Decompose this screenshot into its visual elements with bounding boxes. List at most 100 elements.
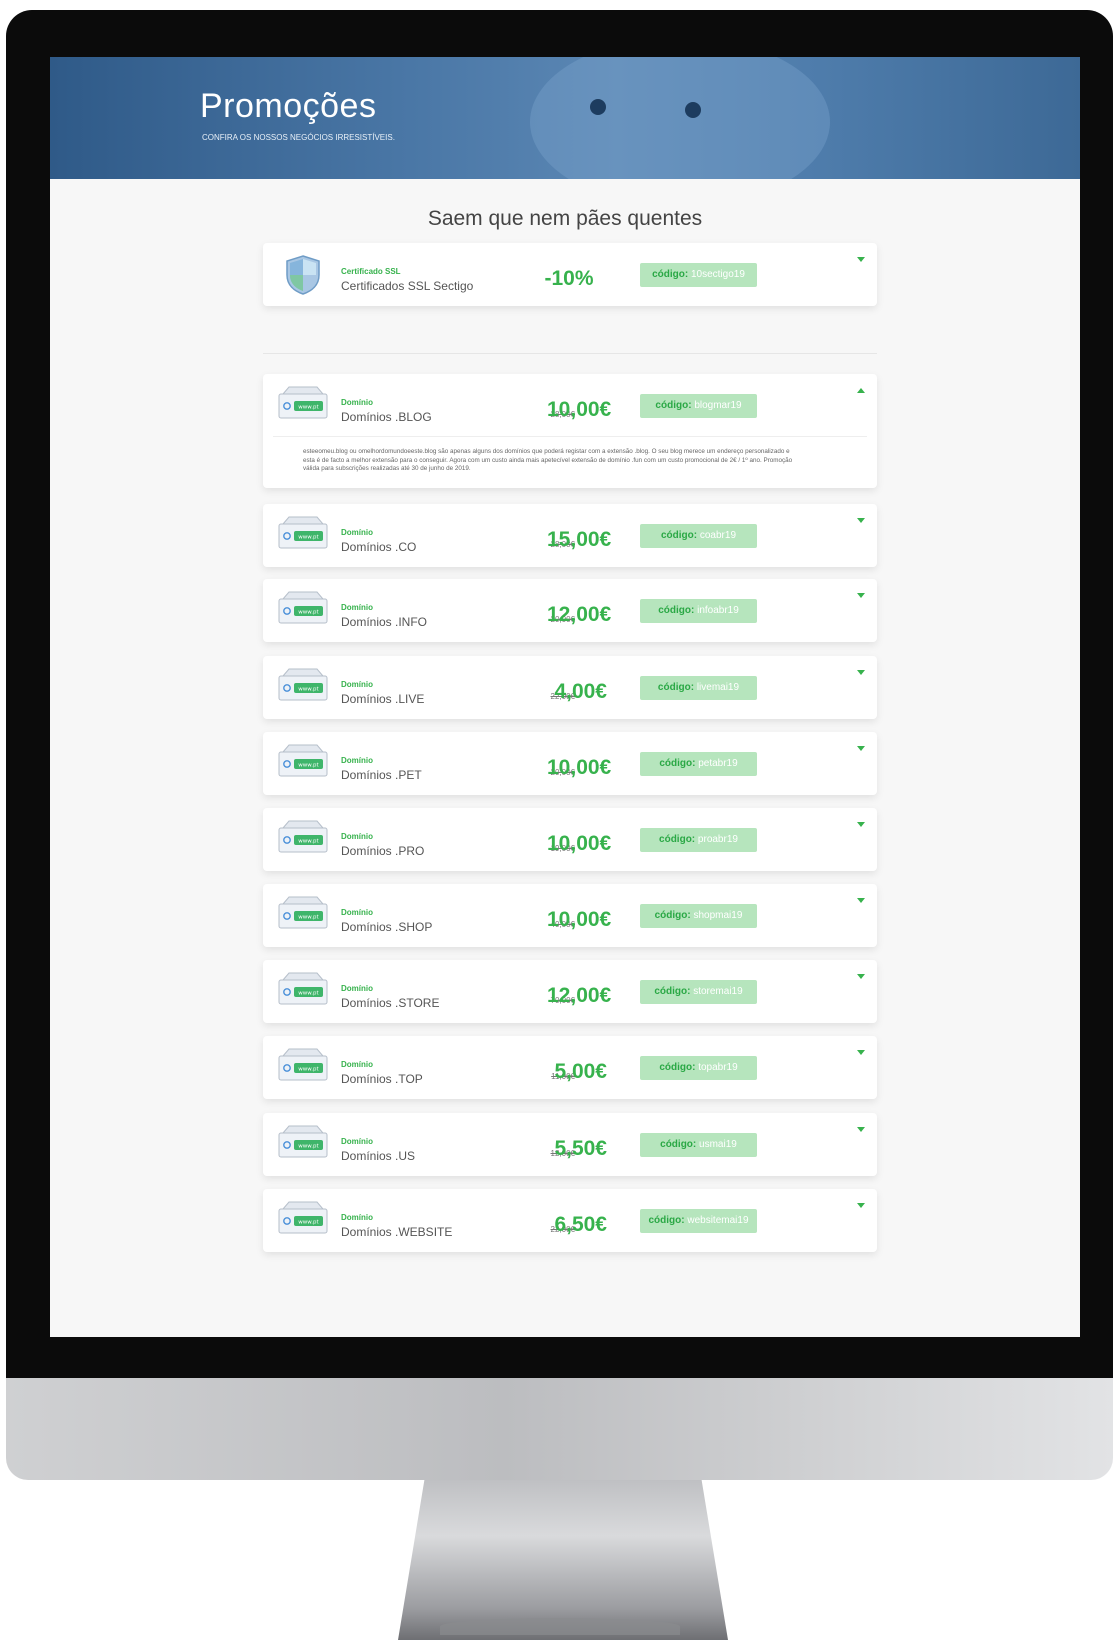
price-new: 15,00€ [547,528,612,551]
discount-percent: -10% [544,267,594,290]
promo-code: storemai19 [693,986,743,997]
promo-code-badge[interactable]: código: coabr19 [640,524,757,548]
svg-text:www.pt: www.pt [298,535,319,541]
promo-code: shopmai19 [693,910,743,921]
promo-category: Certificado SSL [341,267,401,276]
promo-code-badge[interactable]: código: infoabr19 [640,599,757,623]
promo-name: Domínios .BLOG [341,410,432,424]
promo-card[interactable]: www.pt Domínio Domínios .US 12,00€ 5,50€ códi… [263,1113,877,1176]
promo-code-label: código: [648,1215,685,1226]
promo-code-badge[interactable]: código: proabr19 [640,828,757,852]
page-subtitle: CONFIRA OS NOSSOS NEGÓCIOS IRRESISTÍVEIS… [202,133,395,142]
promo-code-badge[interactable]: código: storemai19 [640,980,757,1004]
monitor-stand-base [440,1618,680,1635]
caret-down-icon[interactable] [857,746,865,751]
domain-icon: www.pt [277,1048,329,1084]
svg-text:www.pt: www.pt [298,1067,319,1073]
caret-down-icon[interactable] [857,518,865,523]
hero-banner: Promoções CONFIRA OS NOSSOS NEGÓCIOS IRR… [50,57,1080,179]
promo-card[interactable]: www.pt Domínio Domínios .WEBSITE 22,00€ 6,50… [263,1189,877,1252]
promo-code-badge[interactable]: código: websitemai19 [640,1209,757,1233]
promo-name: Domínios .TOP [341,1072,423,1086]
price-new: 5,50€ [554,1137,607,1160]
promo-name: Domínios .INFO [341,615,428,629]
promo-code-label: código: [659,1062,696,1073]
promo-card[interactable]: www.pt Domínio Domínios .LIVE 22,00€ 4,00€ có… [263,656,877,719]
promo-code: proabr19 [697,834,738,845]
caret-down-icon[interactable] [857,670,865,675]
caret-up-icon[interactable] [857,388,865,393]
screen: Promoções CONFIRA OS NOSSOS NEGÓCIOS IRR… [50,57,1080,1337]
domain-icon: www.pt [277,896,329,932]
caret-down-icon[interactable] [857,1203,865,1208]
svg-text:www.pt: www.pt [298,405,319,411]
promo-code: petabr19 [698,758,738,769]
promo-code-label: código: [654,986,691,997]
price-new: 10,00€ [547,398,612,421]
section-title: Saem que nem pães quentes [427,207,703,230]
promo-code-badge[interactable]: código: petabr19 [640,752,757,776]
promo-card[interactable]: www.pt Domínio Domínios .PRO 19,00€ 10,00€ có… [263,808,877,871]
banner-background-shape [530,57,830,179]
promo-code-label: código: [659,834,696,845]
promo-card[interactable]: www.pt Domínio Domínios .PET 20,00€ 10,00€ có… [263,732,877,795]
promo-code: usmai19 [699,1139,737,1150]
promo-code: websitemai19 [687,1215,749,1226]
promo-category: Domínio [341,756,373,765]
shield-icon [277,255,329,295]
promo-name: Domínios .CO [341,540,417,554]
page-title: Promoções [200,87,377,125]
promo-code-badge[interactable]: código: topabr19 [640,1056,757,1080]
caret-down-icon[interactable] [857,1127,865,1132]
promo-code-badge[interactable]: código: livemai19 [640,676,757,700]
promo-code: 10sectigo19 [690,269,745,280]
promo-card[interactable]: www.pt Domínio Domínios .SHOP 40,00€ 10,00€ c… [263,884,877,947]
price-new: 12,00€ [547,984,612,1007]
promo-card[interactable]: Certificado SSL Certificados SSL Sectigo -… [263,243,877,306]
domain-icon: www.pt [277,744,329,780]
promo-name: Domínios .LIVE [341,692,425,706]
svg-text:www.pt: www.pt [298,1220,319,1226]
promo-card[interactable]: www.pt Domínio Domínios .CO 28,00€ 15,00€ cód… [263,504,877,567]
promo-category: Domínio [341,603,373,612]
promo-code-badge[interactable]: código: blogmar19 [640,394,757,418]
promo-category: Domínio [341,1060,373,1069]
promo-card[interactable]: www.pt Domínio Domínios .INFO 20,00€ 12,00€ c… [263,579,877,642]
caret-down-icon[interactable] [857,898,865,903]
caret-down-icon[interactable] [857,257,865,262]
promo-category: Domínio [341,680,373,689]
promo-code: coabr19 [699,530,737,541]
price-new: 10,00€ [547,832,612,855]
caret-down-icon[interactable] [857,1050,865,1055]
promo-code-label: código: [658,605,695,616]
promo-code-label: código: [660,1139,697,1150]
promo-category: Domínio [341,1213,373,1222]
promo-code-label: código: [655,400,692,411]
domain-icon: www.pt [277,820,329,856]
promo-code-badge[interactable]: código: shopmai19 [640,904,757,928]
promo-card[interactable]: www.pt Domínio Domínios .TOP 11,00€ 5,00€ cód… [263,1036,877,1099]
promo-code-badge[interactable]: código: 10sectigo19 [640,263,757,287]
svg-text:www.pt: www.pt [298,839,319,845]
price-new: 10,00€ [547,908,612,931]
domain-icon: www.pt [277,516,329,552]
promo-code-label: código: [652,269,689,280]
promo-code-label: código: [660,530,698,541]
domain-icon: www.pt [277,972,329,1008]
promo-category: Domínio [341,398,373,407]
caret-down-icon[interactable] [857,974,865,979]
price-new: 12,00€ [547,603,612,626]
promo-code: blogmar19 [694,400,742,411]
svg-text:www.pt: www.pt [298,687,319,693]
promo-card[interactable]: www.pt Domínio Domínios .STORE 70,00€ 12,00€… [263,960,877,1023]
promo-card[interactable]: www.pt Domínio Domínios .BLOG 28,00€ 10,00€ c… [263,374,877,488]
svg-text:www.pt: www.pt [298,991,319,997]
caret-down-icon[interactable] [857,593,865,598]
promo-code-badge[interactable]: código: usmai19 [640,1133,757,1157]
divider [263,353,877,354]
promo-code-label: código: [659,758,696,769]
svg-text:www.pt: www.pt [298,1144,319,1150]
caret-down-icon[interactable] [857,822,865,827]
svg-text:www.pt: www.pt [298,915,319,921]
promo-category: Domínio [341,908,373,917]
